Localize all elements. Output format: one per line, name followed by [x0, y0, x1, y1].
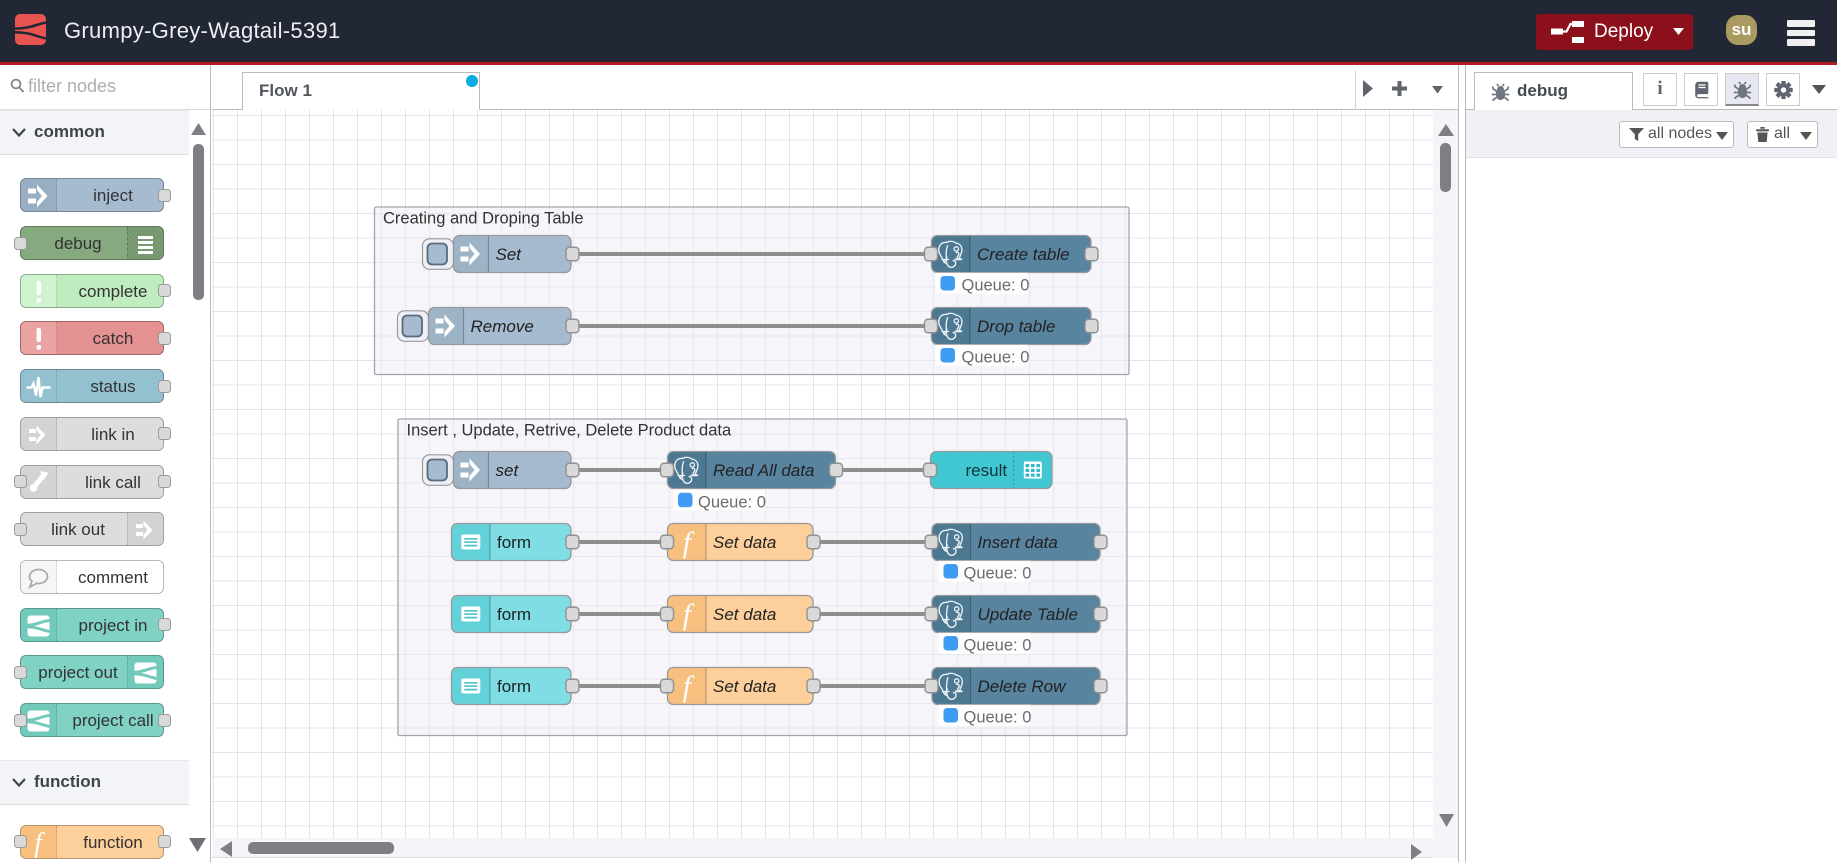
svg-text:Set data: Set data — [713, 533, 776, 552]
svg-text:form: form — [497, 677, 531, 696]
svg-text:Creating and Droping Table: Creating and Droping Table — [383, 210, 584, 228]
svg-text:Set: Set — [496, 245, 523, 264]
svg-text:Read All data: Read All data — [713, 461, 814, 480]
svg-text:result: result — [966, 461, 1008, 480]
svg-text:Remove: Remove — [471, 317, 534, 336]
svg-text:Set data: Set data — [713, 677, 776, 696]
svg-text:Update Table: Update Table — [978, 605, 1079, 624]
svg-text:form: form — [497, 533, 531, 552]
svg-text:f: f — [34, 828, 45, 859]
svg-text:Queue: 0: Queue: 0 — [962, 277, 1030, 295]
svg-text:set: set — [496, 461, 520, 480]
svg-text:Insert data: Insert data — [978, 533, 1058, 552]
svg-text:Queue: 0: Queue: 0 — [964, 637, 1032, 655]
svg-text:Queue: 0: Queue: 0 — [698, 493, 766, 511]
svg-text:Drop table: Drop table — [977, 317, 1055, 336]
svg-text:Delete Row: Delete Row — [978, 677, 1068, 696]
svg-text:Set data: Set data — [713, 605, 776, 624]
svg-text:Queue: 0: Queue: 0 — [962, 349, 1030, 367]
svg-text:Queue: 0: Queue: 0 — [964, 709, 1032, 727]
svg-text:form: form — [497, 605, 531, 624]
svg-text:Queue: 0: Queue: 0 — [964, 565, 1032, 583]
svg-text:Create table: Create table — [977, 245, 1070, 264]
svg-text:Insert , Update, Retrive, Dele: Insert , Update, Retrive, Delete Product… — [407, 422, 732, 440]
